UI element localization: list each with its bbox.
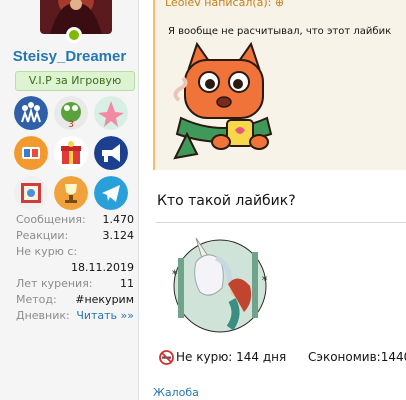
diary-read-link[interactable]: Читать »» <box>76 309 134 322</box>
stat-quit-since: Не курю с: <box>16 245 134 261</box>
message-user-sidebar: Steisy_Dreamer V.I.P за Игровую 3 Сообще… <box>0 0 139 400</box>
gift-award-icon[interactable] <box>54 136 88 170</box>
stat-value: 18.11.2019 <box>71 261 134 274</box>
signature-divider <box>156 222 406 223</box>
books-award-icon[interactable] <box>14 136 48 170</box>
stat-label: Реакции: <box>16 229 69 242</box>
stat-smoking-years: Лет курения: 11 <box>16 277 134 293</box>
stat-label: Дневник: <box>16 309 70 322</box>
cat-sticker-image <box>173 41 273 160</box>
message-text: Кто такой лайбик? <box>157 193 296 209</box>
stat-value: #некурим <box>75 293 134 306</box>
svg-text:3: 3 <box>68 120 74 130</box>
signature-unicorn-image: * * <box>172 237 268 333</box>
user-title-badge: V.I.P за Игровую <box>15 71 135 91</box>
stat-value: 11 <box>120 277 134 290</box>
stat-label: Лет курения: <box>16 277 93 290</box>
stat-diary: Дневник: Читать »» <box>16 309 134 325</box>
quote-block: Leolev написал(а): ⊕ Я вообще не расчиты… <box>153 0 406 170</box>
svg-text:*: * <box>262 274 268 287</box>
stat-value: 1.470 <box>102 213 135 226</box>
svg-text:*: * <box>172 268 178 281</box>
stat-reactions: Реакции: 3.124 <box>16 229 134 245</box>
report-link[interactable]: Жалоба <box>153 386 199 399</box>
quit-days-label: Не курю: 144 дня <box>176 350 287 364</box>
online-status-icon <box>66 27 82 43</box>
stat-quit-date: 18.11.2019 <box>16 261 134 277</box>
megaphone-award-icon[interactable] <box>94 136 128 170</box>
patrick-award-icon[interactable] <box>94 96 128 130</box>
no-smoking-icon <box>159 350 174 365</box>
stat-method: Метод: #некурим <box>16 293 134 309</box>
stat-messages: Сообщения: 1.470 <box>16 213 134 229</box>
quote-text: Я вообще не расчитывал, что этот лайбик <box>168 26 392 37</box>
frog-award-icon[interactable]: 3 <box>54 96 88 130</box>
stat-label: Не курю с: <box>16 245 78 258</box>
signature-line: Не курю: 144 дня Сэкономив:1440 <box>159 350 406 366</box>
saved-money-label: Сэкономив:1440 <box>308 350 406 364</box>
people-award-icon[interactable] <box>14 96 48 130</box>
quote-author-link[interactable]: Leolev написал(а): ⊕ <box>165 0 284 9</box>
username-link[interactable]: Steisy_Dreamer <box>0 48 139 65</box>
stat-label: Метод: <box>16 293 57 306</box>
telegram-award-icon[interactable] <box>94 176 128 210</box>
stat-label: Сообщения: <box>16 213 86 226</box>
frame-award-icon[interactable] <box>14 176 48 210</box>
stat-value: 3.124 <box>102 229 135 242</box>
trophy-award-icon[interactable] <box>54 176 88 210</box>
